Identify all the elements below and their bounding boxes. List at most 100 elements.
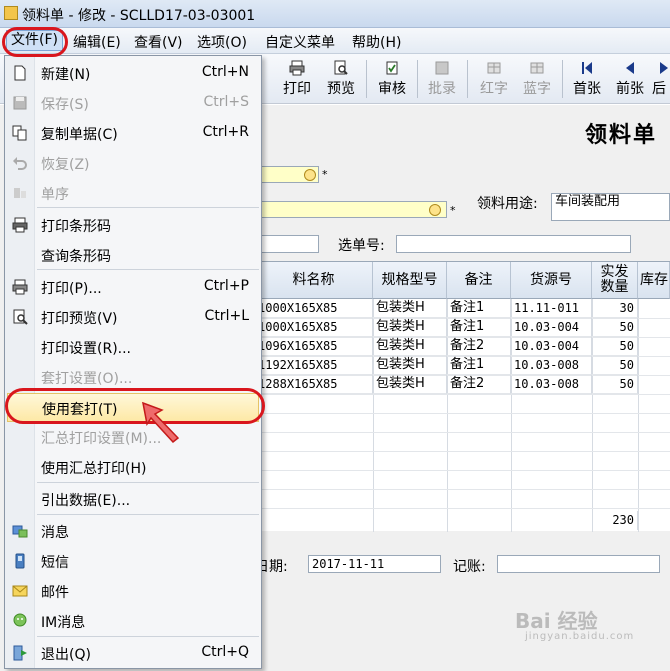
table-cell[interactable]: 1096X165X85 — [255, 337, 373, 356]
table-cell[interactable]: 50 — [592, 356, 638, 375]
select-no-label: 选单号: — [338, 238, 385, 254]
file-menu-item[interactable]: 打印条形码 — [7, 211, 259, 240]
table-cell[interactable]: 1000X165X85 — [255, 318, 373, 337]
blue-button[interactable]: 蓝字 — [516, 57, 558, 101]
column-header[interactable]: 库存 — [638, 262, 670, 299]
table-cell[interactable]: 30 — [592, 299, 638, 318]
menu-item-shortcut: Ctrl+R — [202, 124, 249, 140]
exit-icon — [13, 645, 27, 661]
file-menu-item[interactable]: 打印(P)... Ctrl+P — [7, 273, 259, 302]
text-field[interactable] — [255, 235, 319, 253]
menu-item-shortcut: Ctrl+L — [204, 308, 249, 324]
prev-icon — [626, 62, 634, 74]
table-cell[interactable]: 包装类H — [373, 299, 447, 318]
menu-custom[interactable]: 自定义菜单 — [265, 32, 335, 52]
audit-icon — [386, 61, 398, 75]
blue-grid-icon — [530, 62, 544, 74]
table-cell[interactable]: 50 — [592, 375, 638, 394]
prev-button[interactable]: 前张 — [609, 57, 651, 101]
table-cell[interactable]: 包装类H — [373, 375, 447, 394]
menu-help[interactable]: 帮助(H) — [352, 32, 401, 52]
table-cell[interactable]: 备注1 — [447, 299, 511, 318]
column-header[interactable]: 货源号 — [511, 262, 592, 299]
file-menu-item[interactable]: 邮件 — [7, 577, 259, 606]
watermark: Bai 经验 jingyan.baidu.com — [515, 609, 635, 642]
menu-options[interactable]: 选项(O) — [197, 32, 247, 52]
grid-row-line — [255, 413, 670, 414]
lookup-icon[interactable] — [304, 169, 316, 181]
file-menu-item[interactable]: 打印预览(V) Ctrl+L — [7, 303, 259, 332]
batch-icon — [435, 61, 449, 75]
file-menu-item[interactable]: 使用汇总打印(H) — [7, 453, 259, 482]
table-cell[interactable]: 1192X165X85 — [255, 356, 373, 375]
table-cell[interactable]: 包装类H — [373, 356, 447, 375]
file-menu-item[interactable]: 复制单据(C) Ctrl+R — [7, 119, 259, 148]
table-cell[interactable]: 11.11-011 — [511, 299, 592, 318]
grid-row-line — [255, 451, 670, 452]
red-button[interactable]: 红字 — [473, 57, 515, 101]
menu-view[interactable]: 查看(V) — [134, 32, 183, 52]
menu-item-shortcut: Ctrl+S — [203, 94, 249, 110]
table-cell[interactable]: 50 — [592, 337, 638, 356]
column-header[interactable]: 实发 数量 — [592, 262, 638, 299]
required-mark: * — [322, 168, 328, 181]
file-menu-item[interactable]: 退出(Q) Ctrl+Q — [7, 639, 259, 668]
account-input[interactable] — [497, 555, 660, 573]
file-menu-item[interactable]: IM消息 — [7, 607, 259, 636]
table-cell[interactable]: 10.03-004 — [511, 318, 592, 337]
menu-bar: 文件(F) 编辑(E) 查看(V) 选项(O) 自定义菜单 帮助(H) — [0, 28, 670, 54]
preview-button[interactable]: 预览 — [320, 57, 362, 101]
table-cell[interactable]: 包装类H — [373, 318, 447, 337]
audit-button[interactable]: 审核 — [371, 57, 413, 101]
table-cell[interactable]: 备注2 — [447, 337, 511, 356]
first-button[interactable]: 首张 — [566, 57, 608, 101]
grid-row-line — [255, 394, 670, 395]
file-menu-item[interactable]: 短信 — [7, 547, 259, 576]
date-input[interactable]: 2017-11-11 — [308, 555, 441, 573]
pointer-arrow-icon — [142, 401, 180, 444]
table-cell[interactable]: 10.03-004 — [511, 337, 592, 356]
file-menu-item[interactable]: 查询条形码 — [7, 241, 259, 270]
table-cell[interactable]: 备注2 — [447, 375, 511, 394]
menu-separator — [37, 514, 259, 515]
total-quantity: 230 — [592, 511, 638, 530]
file-menu-item: 恢复(Z) — [7, 149, 259, 178]
menu-item-label: 打印设置(R)... — [41, 341, 132, 357]
menu-item-label: 短信 — [41, 555, 69, 571]
menu-item-label: 退出(Q) — [41, 647, 91, 663]
table-cell[interactable]: 10.03-008 — [511, 375, 592, 394]
print-preview-icon — [13, 309, 28, 325]
file-menu-item[interactable]: 打印设置(R)... — [7, 333, 259, 362]
detail-grid: 料名称 规格型号 备注 货源号 实发 数量 库存 1000X165X85 包装类H… — [255, 261, 670, 532]
toolbar-separator — [366, 60, 367, 98]
column-header[interactable]: 备注 — [447, 262, 511, 299]
window-title: 领料单 - 修改 - SCLLD17-03-03001 — [22, 8, 256, 24]
file-menu-item[interactable]: 引出数据(E)... — [7, 485, 259, 514]
print-button[interactable]: 打印 — [276, 57, 318, 101]
table-cell[interactable]: 备注1 — [447, 356, 511, 375]
table-cell[interactable]: 10.03-008 — [511, 356, 592, 375]
menu-item-label: 复制单据(C) — [41, 127, 118, 143]
table-cell[interactable]: 包装类H — [373, 337, 447, 356]
next-button[interactable]: 后 — [652, 57, 670, 101]
file-menu-item[interactable]: 新建(N) Ctrl+N — [7, 59, 259, 88]
lookup-icon[interactable] — [429, 204, 441, 216]
table-cell[interactable]: 备注1 — [447, 318, 511, 337]
menu-item-label: 恢复(Z) — [41, 157, 90, 173]
table-cell[interactable]: 1000X165X85 — [255, 299, 373, 318]
required-field-2[interactable] — [255, 201, 447, 218]
menu-item-label: 单序 — [41, 187, 69, 203]
printer-icon — [289, 60, 305, 76]
column-header[interactable]: 料名称 — [255, 262, 373, 299]
column-header[interactable]: 规格型号 — [373, 262, 447, 299]
file-menu-item[interactable]: 消息 — [7, 517, 259, 546]
purpose-input[interactable]: 车间装配用 — [551, 193, 670, 221]
select-no-input[interactable] — [396, 235, 631, 253]
menu-edit[interactable]: 编辑(E) — [73, 32, 121, 52]
menu-item-label: 套打设置(O)... — [41, 371, 133, 387]
batch-button[interactable]: 批录 — [421, 57, 463, 101]
next-icon — [660, 62, 668, 74]
table-cell[interactable]: 1288X165X85 — [255, 375, 373, 394]
table-cell[interactable]: 50 — [592, 318, 638, 337]
file-menu-item: 保存(S) Ctrl+S — [7, 89, 259, 118]
